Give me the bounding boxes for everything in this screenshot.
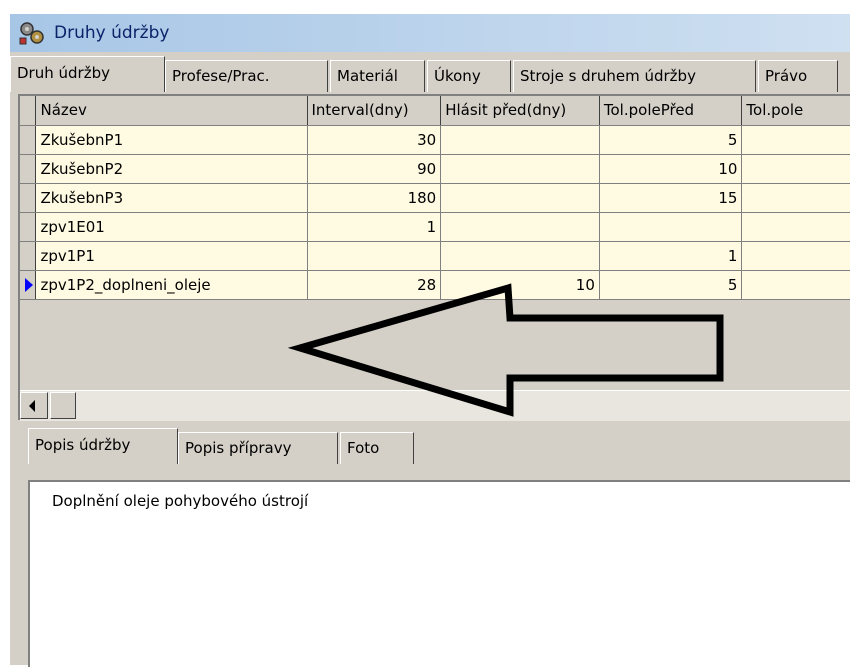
row-indicator[interactable] — [20, 212, 37, 242]
row-indicator-current[interactable] — [20, 270, 37, 300]
tab-ukony[interactable]: Úkony — [427, 60, 511, 92]
cell-interval[interactable]: 90 — [307, 154, 442, 184]
table-row[interactable]: ZkušebnP3 180 15 — [20, 183, 850, 213]
col-header-tol-pred[interactable]: Tol.polePřed — [599, 96, 743, 126]
grid-table: Název Interval(dny) Hlásit před(dny) Tol… — [20, 96, 850, 300]
window-title: Druhy údržby — [54, 23, 170, 43]
tab-druh-udrzby[interactable]: Druh údržby — [10, 56, 165, 92]
cell-hlasit[interactable]: 10 — [440, 270, 600, 300]
main-window: Druhy údržby Druh údržby Profese/Prac. M… — [8, 12, 850, 667]
cell-nazev[interactable]: ZkušebnP3 — [35, 183, 308, 213]
cell-interval[interactable]: 1 — [307, 212, 442, 242]
cell-nazev[interactable]: zpv1P1 — [35, 241, 308, 271]
tab-stroje[interactable]: Stroje s druhem údržby — [513, 60, 756, 92]
cell-hlasit[interactable] — [440, 125, 600, 155]
col-header-nazev[interactable]: Název — [35, 96, 308, 126]
cell-hlasit[interactable] — [440, 241, 600, 271]
cell-tol-pred[interactable]: 5 — [599, 125, 743, 155]
cell-tol-pred[interactable]: 5 — [599, 270, 743, 300]
bottom-tabs: Popis údržby Popis přípravy Foto — [10, 426, 850, 468]
tab-foto[interactable]: Foto — [340, 432, 414, 464]
cell-tol-pred[interactable]: 10 — [599, 154, 743, 184]
indicator-header — [20, 96, 37, 126]
cell-nazev[interactable]: ZkušebnP1 — [35, 125, 308, 155]
col-header-hlasit[interactable]: Hlásit před(dny) — [440, 96, 600, 126]
cell-tol-pred[interactable]: 15 — [599, 183, 743, 213]
col-header-tol[interactable]: Tol.pole — [741, 96, 850, 126]
cell-hlasit[interactable] — [440, 183, 600, 213]
table-row[interactable]: zpv1P1 1 — [20, 241, 850, 271]
cell-nazev[interactable]: ZkušebnP2 — [35, 154, 308, 184]
row-indicator[interactable] — [20, 154, 37, 184]
cell-interval[interactable]: 30 — [307, 125, 442, 155]
cell-interval[interactable]: 28 — [307, 270, 442, 300]
row-indicator[interactable] — [20, 183, 37, 213]
table-row[interactable]: ZkušebnP1 30 5 — [20, 125, 850, 155]
table-row-current[interactable]: zpv1P2_doplneni_oleje 28 10 5 — [20, 270, 850, 300]
cell-nazev[interactable]: zpv1E01 — [35, 212, 308, 242]
title-bar[interactable]: Druhy údržby — [10, 14, 850, 52]
horizontal-scrollbar[interactable] — [20, 390, 850, 421]
col-header-interval[interactable]: Interval(dny) — [307, 96, 442, 126]
cell-interval[interactable] — [307, 241, 442, 271]
cell-tol[interactable] — [741, 212, 850, 242]
row-indicator[interactable] — [20, 125, 37, 155]
cell-tol[interactable] — [741, 183, 850, 213]
table-row[interactable]: zpv1E01 1 — [20, 212, 850, 242]
cell-tol-pred[interactable]: 1 — [599, 241, 743, 271]
cell-hlasit[interactable] — [440, 154, 600, 184]
tab-profese[interactable]: Profese/Prac. — [165, 60, 328, 92]
scroll-left-button[interactable] — [20, 392, 48, 419]
grid-header-row: Název Interval(dny) Hlásit před(dny) Tol… — [20, 96, 850, 126]
row-indicator[interactable] — [20, 241, 37, 271]
tab-popis-pripravy[interactable]: Popis přípravy — [178, 432, 338, 464]
cell-tol-pred[interactable] — [599, 212, 743, 242]
tab-pravo[interactable]: Právo — [758, 60, 838, 92]
table-row[interactable]: ZkušebnP2 90 10 — [20, 154, 850, 184]
cell-tol[interactable] — [741, 270, 850, 300]
description-text: Doplnění oleje pohybového ústrojí — [52, 492, 309, 510]
cell-interval[interactable]: 180 — [307, 183, 442, 213]
tab-popis-udrzby[interactable]: Popis údržby — [28, 428, 178, 464]
cell-tol[interactable] — [741, 154, 850, 184]
data-grid: Název Interval(dny) Hlásit před(dny) Tol… — [18, 94, 850, 421]
cell-nazev[interactable]: zpv1P2_doplneni_oleje — [35, 270, 308, 300]
main-tabs: Druh údržby Profese/Prac. Materiál Úkony… — [10, 54, 850, 94]
gears-icon — [19, 22, 44, 45]
tab-material[interactable]: Materiál — [330, 60, 425, 92]
arrow-left-icon — [29, 400, 35, 412]
current-row-pointer-icon — [25, 277, 33, 292]
cell-tol[interactable] — [741, 125, 850, 155]
description-memo[interactable]: Doplnění oleje pohybového ústrojí — [28, 480, 850, 667]
cell-tol[interactable] — [741, 241, 850, 271]
cell-hlasit[interactable] — [440, 212, 600, 242]
scroll-thumb[interactable] — [50, 392, 76, 419]
